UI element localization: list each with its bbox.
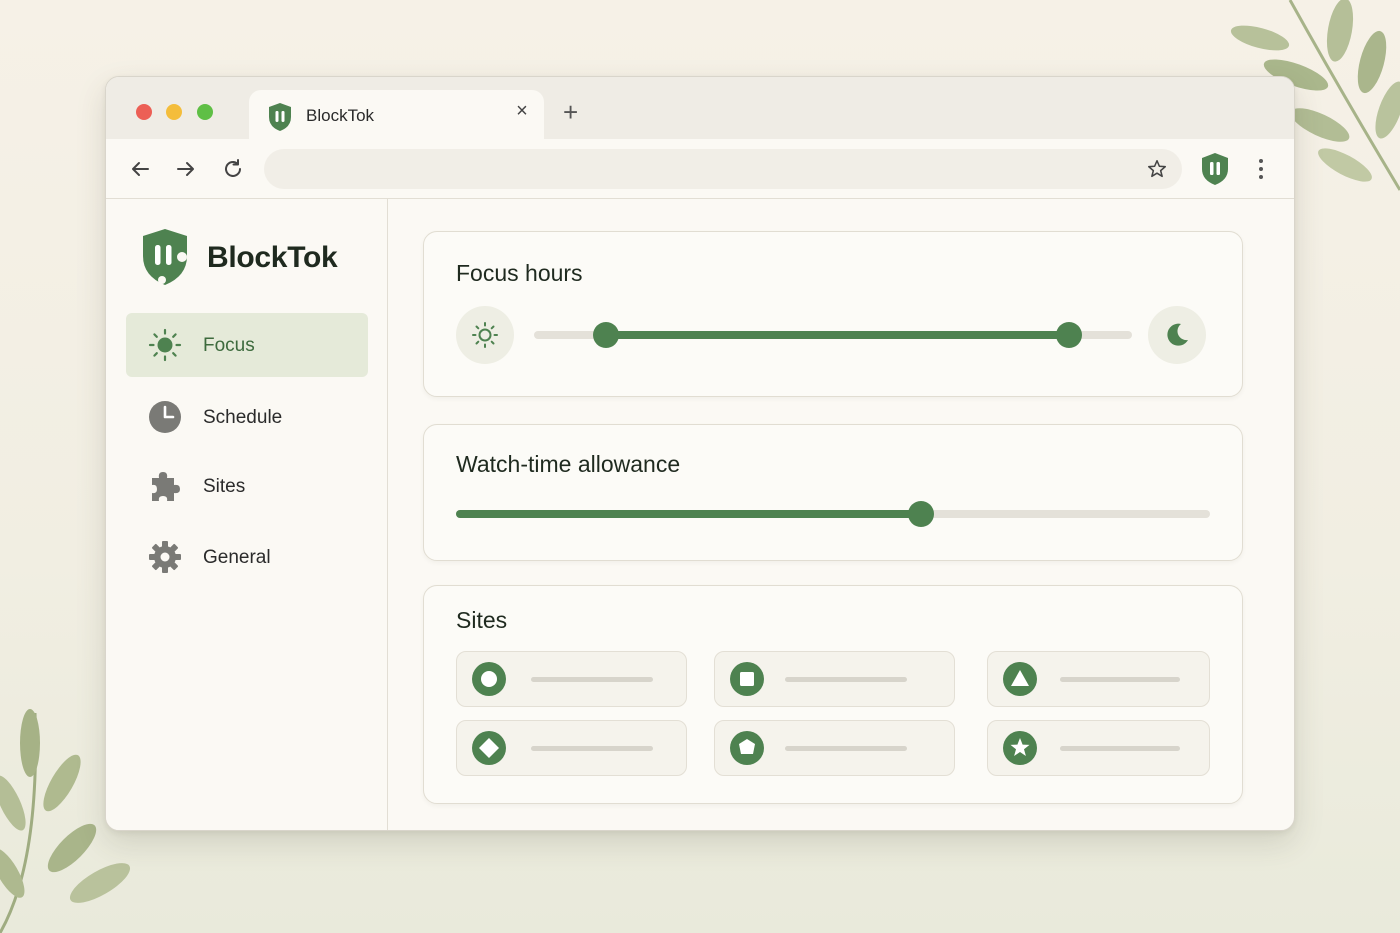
card-title: Focus hours xyxy=(456,260,583,286)
site-name-placeholder xyxy=(1060,677,1180,682)
sites-card: Sites xyxy=(423,585,1243,804)
window-minimize-button[interactable] xyxy=(166,104,182,120)
more-menu-icon[interactable] xyxy=(1254,157,1268,181)
site-name-placeholder xyxy=(531,746,653,751)
shield-pause-icon xyxy=(269,103,291,131)
site-tile[interactable] xyxy=(987,720,1210,776)
watch-time-thumb[interactable] xyxy=(908,501,935,527)
browser-toolbar xyxy=(106,139,1294,199)
focus-hours-card: Focus hours xyxy=(423,231,1243,397)
site-tile[interactable] xyxy=(456,720,687,776)
window-maximize-button[interactable] xyxy=(197,104,213,120)
browser-window: BlockTok × + BlockTok Focus Schedule Sit… xyxy=(105,76,1295,831)
watch-time-card: Watch-time allowance xyxy=(423,424,1243,561)
bookmark-star-icon[interactable] xyxy=(1146,158,1168,180)
sidebar-item-label: General xyxy=(203,547,271,568)
site-name-placeholder xyxy=(785,746,907,751)
browser-tab[interactable]: BlockTok × xyxy=(249,90,544,140)
sidebar-item-schedule[interactable]: Schedule xyxy=(126,385,368,449)
sidebar-item-label: Focus xyxy=(203,335,255,356)
window-close-button[interactable] xyxy=(136,104,152,120)
site-name-placeholder xyxy=(1060,746,1180,751)
site-name-placeholder xyxy=(531,677,653,682)
watch-time-slider[interactable] xyxy=(456,501,1210,527)
focus-hours-slider[interactable] xyxy=(534,322,1132,348)
puzzle-icon xyxy=(152,472,180,501)
new-tab-button[interactable]: + xyxy=(563,99,578,125)
reload-icon[interactable] xyxy=(221,157,245,181)
extension-shield-icon[interactable] xyxy=(1200,152,1230,186)
sidebar-item-general[interactable]: General xyxy=(126,525,368,589)
sidebar: BlockTok Focus Schedule Sites General xyxy=(106,199,388,830)
circle-icon xyxy=(472,662,506,696)
diamond-icon xyxy=(472,731,506,765)
clock-icon xyxy=(149,401,181,433)
sun-icon xyxy=(148,328,182,362)
focus-start-thumb[interactable] xyxy=(592,322,619,348)
site-tile[interactable] xyxy=(714,720,955,776)
back-arrow-icon[interactable] xyxy=(128,157,152,181)
site-tile[interactable] xyxy=(714,651,955,707)
site-tile[interactable] xyxy=(456,651,687,707)
close-tab-icon[interactable]: × xyxy=(512,101,532,121)
tab-title: BlockTok xyxy=(306,106,375,125)
address-bar[interactable] xyxy=(264,149,1182,189)
site-tile[interactable] xyxy=(987,651,1210,707)
focus-end-thumb[interactable] xyxy=(1056,322,1083,348)
focus-hours-range-fill xyxy=(605,331,1070,339)
sun-icon xyxy=(472,322,498,348)
card-title: Watch-time allowance xyxy=(456,451,681,477)
brand-logo-icon xyxy=(143,229,187,285)
square-icon xyxy=(730,662,764,696)
brand-name: BlockTok xyxy=(207,241,338,274)
sidebar-item-focus[interactable]: Focus xyxy=(126,313,368,377)
hexagon-icon xyxy=(730,731,764,765)
sidebar-item-label: Schedule xyxy=(203,407,283,428)
triangle-icon xyxy=(1003,662,1037,696)
moon-icon xyxy=(1167,323,1188,346)
main-content: Focus hours Watch-time allowance Sites xyxy=(389,199,1294,830)
card-title: Sites xyxy=(456,607,508,633)
focus-start-icon-button xyxy=(456,306,514,364)
watch-time-fill xyxy=(456,510,922,518)
gear-icon xyxy=(149,541,181,573)
sidebar-item-label: Sites xyxy=(203,476,246,497)
site-name-placeholder xyxy=(785,677,907,682)
star-icon xyxy=(1003,731,1037,765)
forward-arrow-icon[interactable] xyxy=(174,157,198,181)
sidebar-item-sites[interactable]: Sites xyxy=(126,454,368,518)
tab-bar: BlockTok × + xyxy=(106,77,1294,140)
focus-end-icon-button xyxy=(1148,306,1206,364)
